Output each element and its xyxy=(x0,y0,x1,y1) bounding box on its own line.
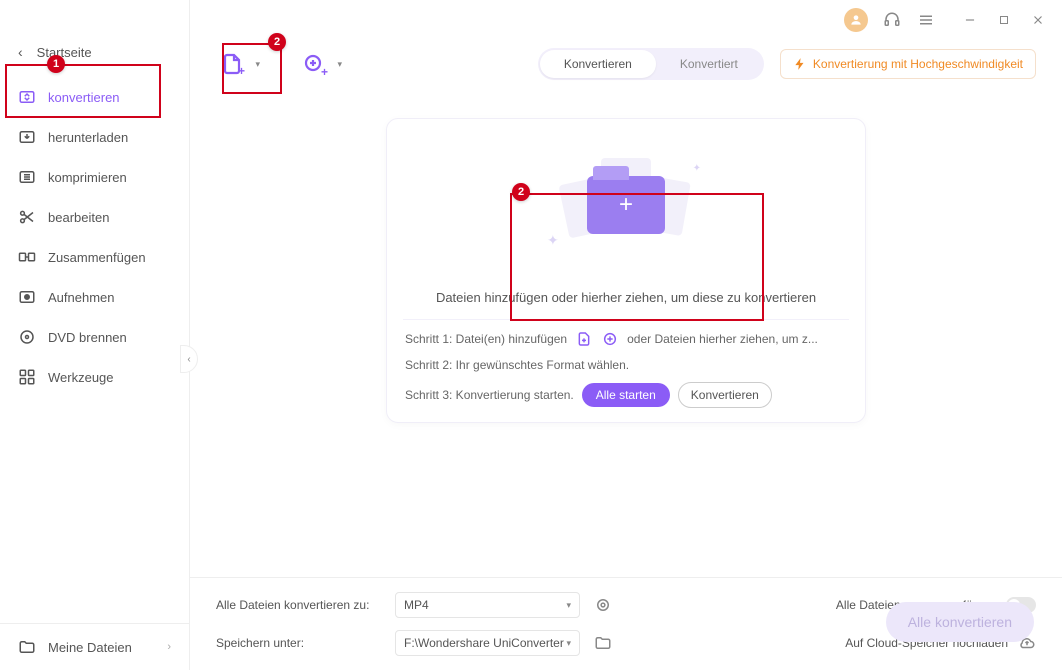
sidebar-item-record[interactable]: Aufnehmen xyxy=(0,278,189,316)
chevron-down-icon: ▾ xyxy=(566,638,571,649)
step-text: oder Dateien hierher ziehen, um z... xyxy=(627,332,847,346)
sidebar-item-label: Aufnehmen xyxy=(48,290,115,305)
download-icon xyxy=(18,128,36,146)
callout-marker-2a: 2 xyxy=(268,33,286,51)
open-folder-icon[interactable] xyxy=(594,634,612,652)
sidebar-item-edit[interactable]: bearbeiten xyxy=(0,198,189,236)
step-3: Schritt 3: Konvertierung starten. Alle s… xyxy=(405,382,847,408)
sidebar-my-files[interactable]: Meine Dateien › xyxy=(0,624,189,670)
record-icon xyxy=(18,288,36,306)
disc-icon xyxy=(18,328,36,346)
file-plus-icon xyxy=(575,330,593,348)
step-text: Schritt 2: Ihr gewünschtes Format wählen… xyxy=(405,358,629,372)
sidebar-item-label: bearbeiten xyxy=(48,210,109,225)
sidebar-item-label: DVD brennen xyxy=(48,330,127,345)
output-format-select[interactable]: MP4 ▾ xyxy=(395,592,580,618)
convert-button[interactable]: Konvertieren xyxy=(678,382,772,408)
sidebar-item-label: herunterladen xyxy=(48,130,128,145)
callout-box-2b xyxy=(510,193,764,321)
sidebar-back-label: Startseite xyxy=(37,45,92,60)
circle-plus-icon xyxy=(601,330,619,348)
step-text: Schritt 3: Konvertierung starten. xyxy=(405,388,574,402)
tools-icon xyxy=(18,368,36,386)
save-under-label: Speichern unter: xyxy=(216,636,381,650)
speed-label: Konvertierung mit Hochgeschwindigkeit xyxy=(813,57,1023,71)
minimize-button[interactable] xyxy=(960,10,980,30)
select-value: F:\Wondershare UniConverter xyxy=(404,636,564,650)
callout-marker-2b: 2 xyxy=(512,183,530,201)
step-2: Schritt 2: Ihr gewünschtes Format wählen… xyxy=(405,358,847,372)
maximize-button[interactable] xyxy=(994,10,1014,30)
high-speed-badge[interactable]: Konvertierung mit Hochgeschwindigkeit xyxy=(780,49,1036,79)
chevron-left-icon: ‹ xyxy=(18,44,23,60)
select-value: MP4 xyxy=(404,598,429,612)
callout-marker-1: 1 xyxy=(47,55,65,73)
callout-box-1 xyxy=(5,64,161,118)
chevron-down-icon: ▾ xyxy=(566,600,571,611)
convert-all-button[interactable]: Alle konvertieren xyxy=(886,602,1034,642)
scissors-icon xyxy=(18,208,36,226)
sidebar-item-tools[interactable]: Werkzeuge xyxy=(0,358,189,396)
sidebar-item-compress[interactable]: komprimieren xyxy=(0,158,189,196)
add-from-device-button[interactable]: + ▾ xyxy=(298,48,330,80)
sidebar-item-label: Zusammenfügen xyxy=(48,250,146,265)
close-button[interactable] xyxy=(1028,10,1048,30)
chevron-down-icon: ▾ xyxy=(337,59,342,70)
sidebar-item-merge[interactable]: Zusammenfügen xyxy=(0,238,189,276)
step-1: Schritt 1: Datei(en) hinzufügen oder Dat… xyxy=(405,330,847,348)
tab-segmented: Konvertieren Konvertiert xyxy=(538,48,764,80)
save-path-select[interactable]: F:\Wondershare UniConverter ▾ xyxy=(395,630,580,656)
sidebar-item-label: Meine Dateien xyxy=(48,640,132,655)
step-text: Schritt 1: Datei(en) hinzufügen xyxy=(405,332,567,346)
sidebar-item-download[interactable]: herunterladen xyxy=(0,118,189,156)
compress-icon xyxy=(18,168,36,186)
merge-icon xyxy=(18,248,36,266)
sidebar-item-label: komprimieren xyxy=(48,170,127,185)
start-all-button[interactable]: Alle starten xyxy=(582,383,670,407)
sidebar-item-label: Werkzeuge xyxy=(48,370,114,385)
chevron-right-icon: › xyxy=(167,641,171,653)
callout-box-2a xyxy=(222,43,282,94)
lightning-icon xyxy=(793,57,807,71)
avatar[interactable] xyxy=(844,8,868,32)
tab-converted[interactable]: Konvertiert xyxy=(656,50,762,78)
convert-to-label: Alle Dateien konvertieren zu: xyxy=(216,598,381,612)
headset-icon[interactable] xyxy=(882,10,902,30)
sidebar-item-dvd[interactable]: DVD brennen xyxy=(0,318,189,356)
tab-convert[interactable]: Konvertieren xyxy=(540,50,656,78)
folder-icon xyxy=(18,638,36,656)
menu-icon[interactable] xyxy=(916,10,936,30)
settings-gear-icon[interactable] xyxy=(594,596,612,614)
